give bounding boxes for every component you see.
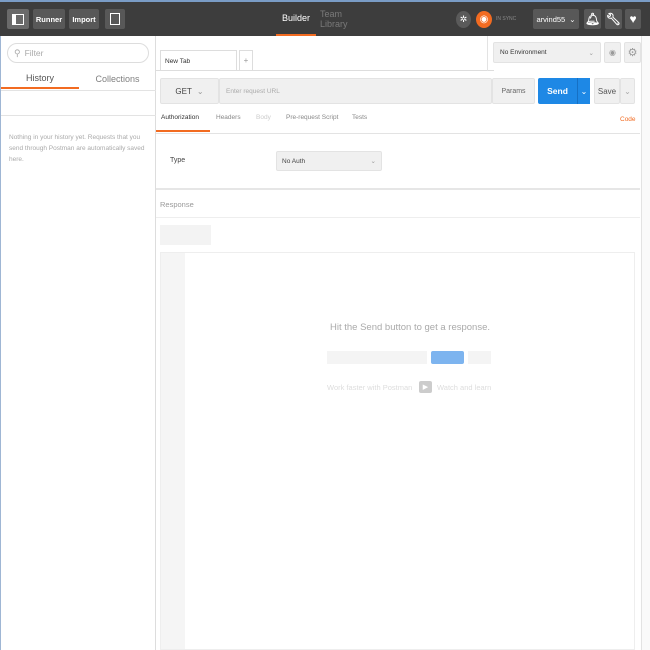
divider: [156, 217, 640, 218]
add-tab-button[interactable]: +: [239, 50, 253, 70]
chevron-down-icon: ⌄: [196, 86, 204, 96]
wrench-icon[interactable]: 🔧︎: [605, 9, 622, 29]
watch-link[interactable]: Watch and learn: [437, 383, 491, 392]
new-window-icon: [110, 13, 120, 25]
sidebar: ⚲ Filter History Collections Nothing in …: [0, 36, 156, 650]
response-gutter: [161, 253, 185, 649]
divider: [487, 36, 488, 71]
subtab-body[interactable]: Body: [256, 114, 271, 121]
send-dropdown-button[interactable]: ⌄: [577, 78, 590, 104]
tab-builder[interactable]: Builder: [276, 2, 316, 36]
subtab-headers[interactable]: Headers: [216, 114, 241, 121]
runner-button[interactable]: Runner: [33, 9, 65, 29]
tab-team-library[interactable]: Team Library: [320, 2, 368, 36]
chevron-down-icon: ⌄: [569, 14, 576, 24]
environment-select[interactable]: No Environment ⌄: [493, 42, 601, 63]
params-button[interactable]: Params: [492, 78, 535, 104]
promo-text: Work faster with Postman: [327, 383, 413, 392]
heart-icon[interactable]: ♥: [625, 9, 641, 29]
hint-bar: [327, 351, 427, 364]
notifications-icon[interactable]: 🔔︎: [584, 9, 601, 29]
search-icon: ⚲: [14, 47, 21, 58]
subtab-tests[interactable]: Tests: [352, 114, 367, 121]
response-hint: Hit the Send button to get a response.: [329, 322, 491, 333]
auth-type-select[interactable]: No Auth ⌄: [276, 151, 382, 171]
tab-new-tab[interactable]: New Tab: [160, 50, 237, 71]
sidebar-toggle-button[interactable]: [7, 9, 29, 29]
tab-history[interactable]: History: [1, 68, 79, 89]
play-icon[interactable]: ▶: [419, 381, 432, 393]
chevron-down-icon: ⌄: [370, 158, 376, 165]
divider: [1, 115, 156, 116]
eye-icon[interactable]: ◉: [604, 42, 621, 63]
interceptor-icon[interactable]: ✲: [456, 11, 471, 28]
code-link[interactable]: Code: [620, 116, 636, 123]
response-placeholder: [160, 225, 211, 245]
sync-status: IN SYNC: [496, 16, 517, 22]
chevron-down-icon: ⌄: [588, 49, 594, 57]
divider: [156, 133, 640, 134]
subtab-authorization[interactable]: Authorization: [156, 114, 210, 132]
filter-input[interactable]: ⚲ Filter: [7, 43, 149, 63]
user-dropdown[interactable]: arvind55 ⌄: [533, 9, 579, 29]
history-empty-message: Nothing in your history yet. Requests th…: [9, 134, 145, 163]
method-value: GET: [175, 86, 192, 96]
sync-icon[interactable]: ◉: [476, 11, 492, 28]
scrollbar[interactable]: [641, 36, 650, 650]
url-input[interactable]: Enter request URL: [219, 78, 492, 104]
gear-icon[interactable]: ⚙: [624, 42, 641, 63]
divider: [1, 90, 156, 91]
filter-placeholder: Filter: [24, 48, 44, 58]
import-button[interactable]: Import: [69, 9, 99, 29]
save-dropdown-button[interactable]: ⌄: [620, 78, 635, 104]
divider: [156, 70, 494, 71]
header-bar: Runner Import Builder Team Library ✲ ◉ I…: [0, 0, 650, 36]
response-panel: [160, 252, 635, 650]
send-button[interactable]: Send: [538, 78, 577, 104]
username: arvind55: [536, 14, 566, 24]
chevron-down-icon: ⌄: [580, 86, 588, 96]
hint-send-bar: [431, 351, 464, 364]
auth-type-value: No Auth: [282, 157, 306, 165]
hint-bar: [468, 351, 491, 364]
save-button[interactable]: Save: [594, 78, 620, 104]
chevron-down-icon: ⌄: [624, 86, 631, 96]
tab-collections[interactable]: Collections: [79, 68, 156, 89]
subtab-pre-request-script[interactable]: Pre-request Script: [286, 114, 338, 121]
new-window-button[interactable]: [105, 9, 125, 29]
sidebar-icon: [12, 13, 24, 25]
auth-type-label: Type: [170, 157, 186, 164]
environment-value: No Environment: [500, 49, 547, 56]
divider: [156, 188, 640, 190]
response-title: Response: [160, 200, 194, 209]
method-select[interactable]: GET ⌄: [160, 78, 219, 104]
